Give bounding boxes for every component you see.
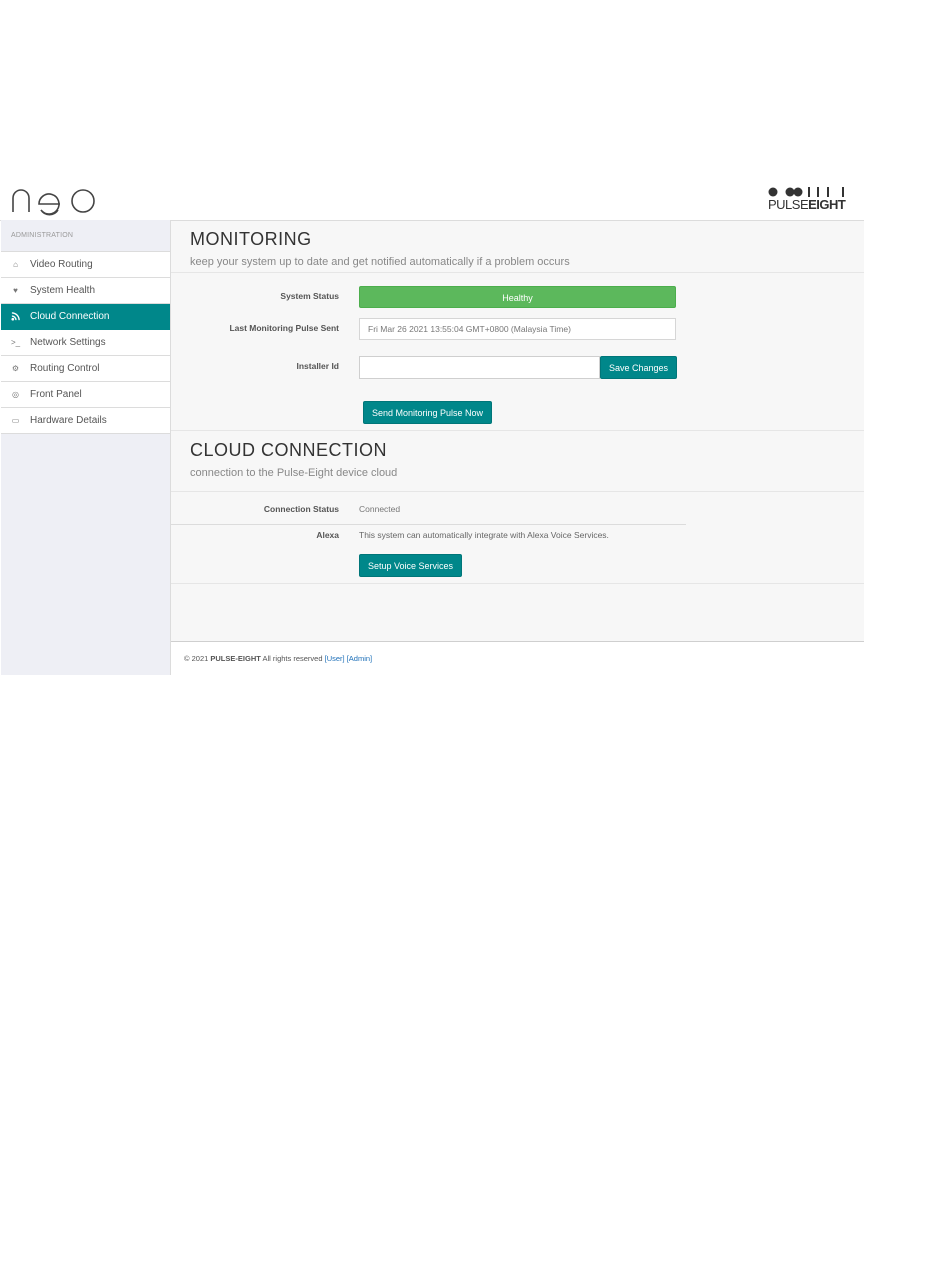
sidebar-item-label: Routing Control — [30, 363, 100, 374]
sidebar-item-system-health[interactable]: ♥ System Health — [1, 278, 170, 304]
monitoring-subtitle: keep your system up to date and get noti… — [190, 256, 570, 268]
sidebar: ADMINISTRATION ⌂ Video Routing ♥ System He… — [1, 220, 171, 675]
alexa-description: This system can automatically integrate … — [359, 530, 609, 540]
save-changes-button[interactable]: Save Changes — [600, 356, 678, 379]
alexa-label: Alexa — [316, 530, 339, 540]
sidebar-item-video-routing[interactable]: ⌂ Video Routing — [1, 252, 170, 278]
sidebar-item-cloud-connection[interactable]: Cloud Connection — [1, 304, 170, 330]
pulse-eight-logo: PULSEEIGHT — [768, 186, 846, 212]
footer: © 2021 PULSE-EIGHT All rights reserved [… — [171, 641, 864, 675]
cloud-subtitle: connection to the Pulse-Eight device clo… — [190, 467, 398, 479]
cogs-icon: ⚙ — [11, 364, 20, 373]
system-status-badge: Healthy — [359, 286, 676, 308]
hdd-icon: ▭ — [11, 416, 20, 425]
sidebar-item-label: Video Routing — [30, 259, 93, 270]
connection-status-label: Connection Status — [263, 504, 339, 514]
neo-logo — [12, 189, 95, 216]
installer-id-input[interactable] — [359, 356, 600, 379]
last-pulse-field: Fri Mar 26 2021 13:55:04 GMT+0800 (Malay… — [359, 318, 676, 340]
connection-status-value: Connected — [359, 504, 401, 514]
app-window: PULSEEIGHT ADMINISTRATION ⌂ Video Routing… — [0, 178, 864, 675]
sidebar-item-label: System Health — [30, 285, 96, 296]
heart-icon: ♥ — [13, 286, 18, 295]
top-header: PULSEEIGHT — [0, 178, 864, 221]
rss-icon — [1, 312, 30, 321]
sidebar-item-hardware-details[interactable]: ▭ Hardware Details — [1, 408, 170, 434]
system-status-row: System Status Healthy — [171, 286, 864, 308]
cloud-form: Connection Status Connected Alexa This s… — [171, 492, 864, 584]
monitoring-header: MONITORING keep your system up to date a… — [171, 221, 864, 273]
admin-link[interactable]: [Admin] — [347, 654, 372, 663]
copyright-text: © 2021 — [184, 654, 209, 663]
user-link[interactable]: [User] — [325, 654, 345, 663]
terminal-icon: >_ — [10, 338, 21, 347]
cloud-header: CLOUD CONNECTION connection to the Pulse… — [171, 431, 864, 492]
last-pulse-label: Last Monitoring Pulse Sent — [229, 323, 339, 333]
brand-wordmark: PULSEEIGHT — [768, 197, 846, 212]
sidebar-item-label: Network Settings — [30, 337, 106, 348]
installer-row: Installer Id Save Changes — [171, 356, 864, 379]
main-content: MONITORING keep your system up to date a… — [171, 221, 864, 675]
monitoring-form: System Status Healthy Last Monitoring Pu… — [171, 273, 864, 431]
rights-text: All rights reserved — [262, 654, 323, 663]
setup-voice-services-button[interactable]: Setup Voice Services — [359, 554, 463, 577]
installer-id-label: Installer Id — [296, 361, 339, 371]
last-pulse-row: Last Monitoring Pulse Sent Fri Mar 26 20… — [171, 318, 864, 340]
send-monitoring-pulse-button[interactable]: Send Monitoring Pulse Now — [363, 401, 493, 424]
sidebar-item-label: Cloud Connection — [30, 311, 110, 322]
home-icon: ⌂ — [13, 260, 18, 269]
system-status-label: System Status — [280, 291, 339, 301]
sidebar-item-label: Hardware Details — [30, 415, 107, 426]
dashboard-icon: ◎ — [12, 390, 19, 399]
sidebar-item-front-panel[interactable]: ◎ Front Panel — [1, 382, 170, 408]
sidebar-heading: ADMINISTRATION — [1, 220, 170, 252]
monitoring-title: MONITORING — [190, 229, 312, 249]
cloud-title: CLOUD CONNECTION — [190, 440, 388, 460]
sidebar-item-label: Front Panel — [30, 389, 82, 400]
sidebar-nav: ⌂ Video Routing ♥ System Health Cloud Conn… — [1, 252, 170, 434]
sidebar-item-routing-control[interactable]: ⚙ Routing Control — [1, 356, 170, 382]
alexa-row: Alexa This system can automatically inte… — [171, 530, 864, 546]
company-name: PULSE-EIGHT — [210, 654, 261, 663]
sidebar-item-network-settings[interactable]: >_ Network Settings — [1, 330, 170, 356]
connection-status-row: Connection Status Connected — [171, 504, 686, 525]
